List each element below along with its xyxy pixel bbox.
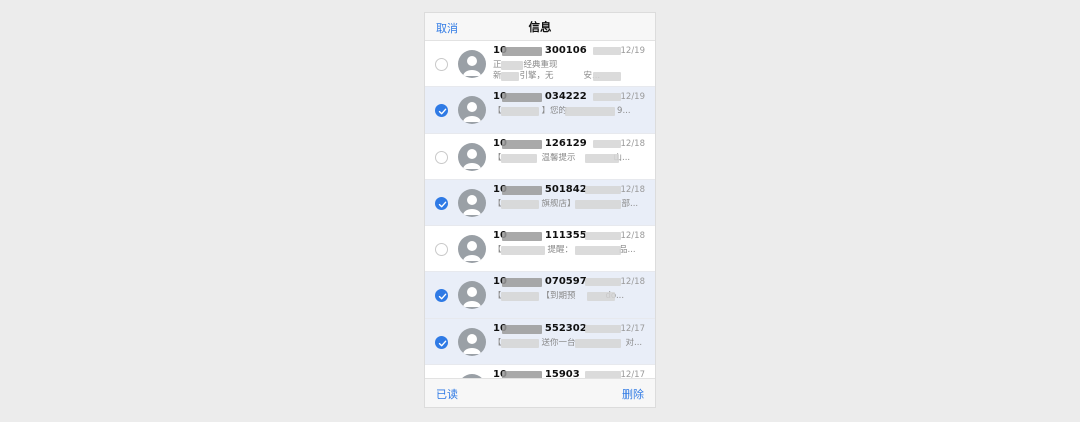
message-date: 12/19 xyxy=(620,92,646,103)
redaction-blur xyxy=(575,246,621,256)
redaction-blur xyxy=(575,338,621,348)
list-item[interactable]: 10 300106 12/19 正经典重现 新引擎，无 安... xyxy=(425,41,655,88)
redaction-blur xyxy=(565,107,615,117)
avatar xyxy=(458,188,486,217)
message-date: 12/18 xyxy=(620,277,646,288)
page-title: 信息 xyxy=(528,20,552,34)
navigation-bar: 取消 信息 xyxy=(425,13,655,41)
message-date: 12/17 xyxy=(620,323,646,334)
redaction-blur xyxy=(501,107,539,117)
person-icon xyxy=(463,287,481,308)
selection-circle[interactable] xyxy=(435,58,448,71)
avatar xyxy=(458,235,486,264)
avatar xyxy=(458,50,486,78)
redaction-blur xyxy=(501,338,539,348)
redaction-blur xyxy=(501,153,537,163)
redaction-blur xyxy=(593,93,621,102)
selection-circle[interactable] xyxy=(435,289,448,303)
redaction-blur xyxy=(585,278,621,287)
person-icon xyxy=(463,241,481,262)
list-item[interactable]: 10 501842 12/18 【旗舰店】 部... xyxy=(425,179,655,227)
redaction-blur xyxy=(501,246,545,256)
message-date: 12/18 xyxy=(620,138,646,149)
redaction-blur xyxy=(585,153,619,163)
checkmark-icon xyxy=(438,340,447,347)
avatar xyxy=(458,96,486,125)
redaction-blur xyxy=(502,232,542,242)
checkmark-icon xyxy=(438,201,447,208)
redaction-blur xyxy=(585,185,621,194)
redaction-blur xyxy=(501,292,539,302)
checkmark-icon xyxy=(438,294,447,300)
message-date: 12/18 xyxy=(620,231,646,242)
delete-button[interactable]: 删除 xyxy=(622,386,644,402)
redaction-blur xyxy=(593,47,621,55)
selection-circle[interactable] xyxy=(435,243,448,257)
redaction-blur xyxy=(501,199,539,209)
bottom-toolbar: 已读 删除 xyxy=(425,378,655,407)
redaction-blur xyxy=(501,72,519,81)
person-icon xyxy=(463,102,481,123)
redaction-blur xyxy=(585,324,621,333)
message-list: 10 300106 12/19 正经典重现 新引擎，无 安... 10 034222 … xyxy=(425,41,655,380)
avatar xyxy=(458,142,486,171)
redaction-blur xyxy=(593,72,621,81)
list-item[interactable]: 10 111355 12/18 【提醒： 品... xyxy=(425,226,655,273)
avatar xyxy=(458,327,486,356)
redaction-blur xyxy=(502,278,542,288)
selection-circle[interactable] xyxy=(435,335,448,349)
redaction-blur xyxy=(502,47,542,56)
redaction-blur xyxy=(587,292,615,302)
list-item[interactable]: 10070597 12/18 【【到期预do... xyxy=(425,272,655,319)
redaction-blur xyxy=(502,185,542,195)
redaction-blur xyxy=(502,93,542,103)
avatar xyxy=(458,281,486,310)
redaction-blur xyxy=(501,61,523,70)
message-date: 12/19 xyxy=(620,46,646,56)
list-item[interactable]: 10 126129 12/18 【温馨提示 山... xyxy=(425,134,655,180)
person-icon xyxy=(463,333,481,354)
message-date: 12/18 xyxy=(620,184,646,195)
person-icon xyxy=(463,56,481,76)
person-icon xyxy=(463,194,481,215)
redaction-blur xyxy=(575,199,621,209)
selection-circle[interactable] xyxy=(435,104,448,118)
person-icon xyxy=(463,148,481,169)
checkmark-icon xyxy=(438,108,447,115)
selection-circle[interactable] xyxy=(435,150,448,164)
redaction-blur xyxy=(502,139,542,149)
selection-circle[interactable] xyxy=(435,196,448,210)
list-item[interactable]: 10 552302 12/17 【送你一台 对... xyxy=(425,318,655,366)
redaction-blur xyxy=(585,232,621,241)
message-selection-screen: 取消 信息 10 300106 12/19 正经典重现 新引擎，无 安... 1… xyxy=(424,12,656,408)
redaction-blur xyxy=(502,324,542,334)
redaction-blur xyxy=(593,139,621,148)
list-item[interactable]: 10 034222 12/19 【】您的 9... xyxy=(425,87,655,134)
mark-read-button[interactable]: 已读 xyxy=(436,386,458,402)
